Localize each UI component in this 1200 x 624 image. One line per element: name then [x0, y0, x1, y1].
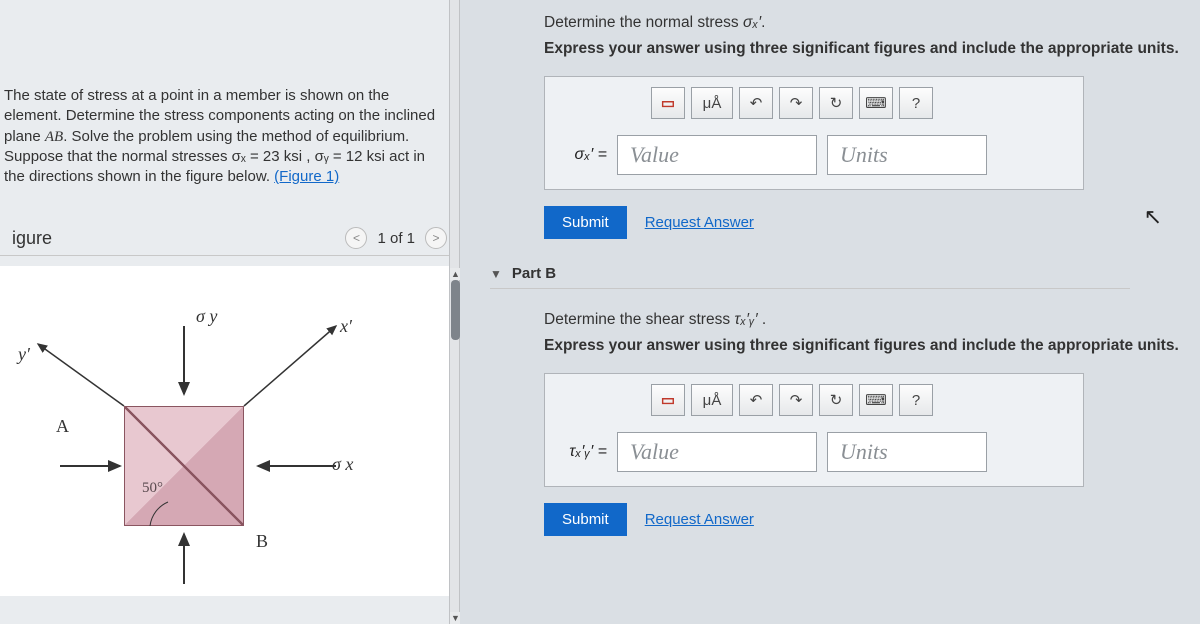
sep: , [302, 148, 315, 165]
scroll-thumb[interactable] [451, 280, 460, 340]
plane-ab: AB [45, 129, 63, 145]
label-a: A [56, 416, 69, 437]
partb-var: τₓ′ᵧ′ [734, 311, 757, 328]
next-figure-button[interactable]: > [425, 227, 447, 249]
units-button[interactable]: μÅ [691, 87, 733, 119]
partb-submit-button[interactable]: Submit [544, 503, 627, 536]
label-x-prime: x′ [340, 316, 352, 337]
partb-prompt-2: Express your answer using three signific… [544, 337, 1192, 355]
parta-submit-row: Submit Request Answer [544, 206, 1192, 239]
cursor-icon: ↖ [1144, 204, 1162, 230]
partb-section: Determine the shear stress τₓ′ᵧ′ . Expre… [544, 311, 1192, 536]
partb-units-input[interactable]: Units [827, 432, 987, 472]
partb-prompt-pre: Determine the shear stress [544, 311, 734, 328]
parta-submit-button[interactable]: Submit [544, 206, 627, 239]
figure-header: igure < 1 of 1 > [0, 221, 459, 256]
sigma-x-value: σₓ = 23 ksi [232, 148, 302, 165]
parta-var-label: σₓ′ = [563, 146, 607, 164]
parta-var: σₓ′ [743, 14, 761, 31]
figure-link[interactable]: (Figure 1) [274, 168, 339, 185]
right-panel: Determine the normal stress σₓ′. Express… [460, 0, 1200, 624]
partb-title: Part B [512, 265, 556, 282]
reset-button[interactable]: ↻ [819, 87, 853, 119]
templates-button[interactable]: ▭ [651, 87, 685, 119]
left-panel: The state of stress at a point in a memb… [0, 0, 460, 624]
parta-input-row: σₓ′ = Value Units [563, 135, 1073, 175]
parta-prompt-1: Determine the normal stress σₓ′. [544, 14, 1192, 32]
sigma-y-value: σᵧ = 12 ksi [315, 148, 385, 165]
units-button-b[interactable]: μÅ [691, 384, 733, 416]
parta-prompt-2: Express your answer using three signific… [544, 40, 1192, 58]
keyboard-button[interactable]: ⌨ [859, 87, 893, 119]
partb-prompt-1: Determine the shear stress τₓ′ᵧ′ . [544, 311, 1192, 329]
undo-button-b[interactable]: ↶ [739, 384, 773, 416]
label-sigma-y: σ y [196, 306, 217, 327]
partb-var-label: τₓ′ᵧ′ = [563, 443, 607, 461]
parta-units-input[interactable]: Units [827, 135, 987, 175]
partb-input-row: τₓ′ᵧ′ = Value Units [563, 432, 1073, 472]
label-b: B [256, 531, 268, 552]
reset-button-b[interactable]: ↻ [819, 384, 853, 416]
figure-title: igure [12, 228, 52, 249]
partb-submit-row: Submit Request Answer [544, 503, 1192, 536]
redo-button[interactable]: ↷ [779, 87, 813, 119]
help-button-b[interactable]: ? [899, 384, 933, 416]
partb-request-answer-link[interactable]: Request Answer [645, 511, 754, 528]
partb-toolbar: ▭ μÅ ↶ ↷ ↻ ⌨ ? [651, 384, 1073, 416]
figure-arrows [0, 266, 460, 596]
parta-prompt-pre: Determine the normal stress [544, 14, 743, 31]
parta-answer-box: ▭ μÅ ↶ ↷ ↻ ⌨ ? σₓ′ = Value Units [544, 76, 1084, 190]
panel-scrollbar[interactable]: ▲ ▼ [449, 0, 460, 624]
keyboard-button-b[interactable]: ⌨ [859, 384, 893, 416]
partb-value-input[interactable]: Value [617, 432, 817, 472]
label-angle: 50° [142, 480, 163, 497]
parta-toolbar: ▭ μÅ ↶ ↷ ↻ ⌨ ? [651, 87, 1073, 119]
parta-request-answer-link[interactable]: Request Answer [645, 214, 754, 231]
collapse-icon: ▼ [490, 267, 502, 281]
parta-value-input[interactable]: Value [617, 135, 817, 175]
prev-figure-button[interactable]: < [345, 227, 367, 249]
partb-prompt-post: . [758, 311, 767, 328]
help-button[interactable]: ? [899, 87, 933, 119]
figure-nav: < 1 of 1 > [345, 227, 447, 249]
redo-button-b[interactable]: ↷ [779, 384, 813, 416]
undo-button[interactable]: ↶ [739, 87, 773, 119]
figure-count: 1 of 1 [377, 230, 415, 247]
partb-answer-box: ▭ μÅ ↶ ↷ ↻ ⌨ ? τₓ′ᵧ′ = Value Units [544, 373, 1084, 487]
parta-prompt-post: . [761, 14, 765, 31]
partb-header[interactable]: ▼ Part B [490, 265, 1130, 289]
templates-button-b[interactable]: ▭ [651, 384, 685, 416]
figure-canvas: σ y x′ y′ A σ x 50° B [0, 266, 459, 596]
label-sigma-x: σ x [332, 454, 353, 475]
problem-statement: The state of stress at a point in a memb… [0, 76, 459, 197]
label-y-prime: y′ [18, 344, 30, 365]
